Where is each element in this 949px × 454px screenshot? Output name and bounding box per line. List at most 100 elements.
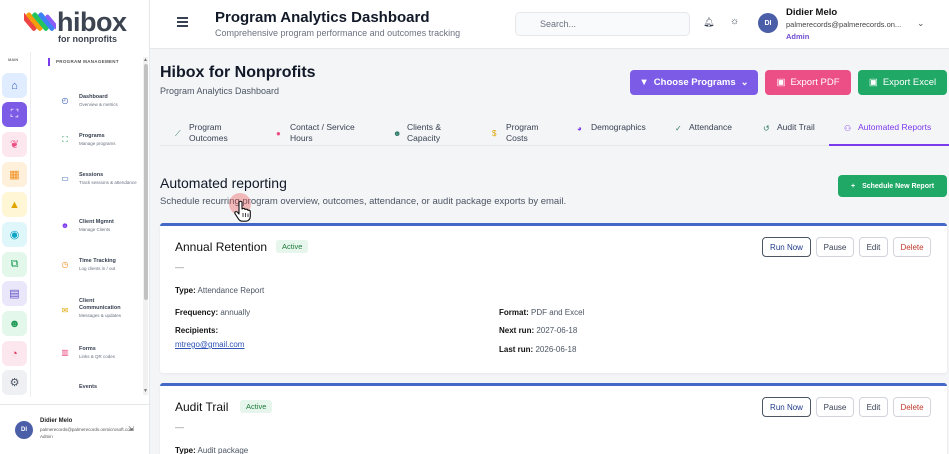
tab-label-line1: Attendance	[689, 122, 733, 132]
user-name: Didier Melo	[40, 418, 73, 424]
report-last-run: Last run: 2026-06-18	[499, 345, 576, 354]
sidebar-item-events[interactable]: Events	[60, 384, 144, 394]
sidebar-item-subtitle: Links & QR codes	[79, 354, 116, 359]
tab-label-line2: Capacity	[407, 133, 441, 143]
clock-tab-icon: ●	[276, 129, 281, 138]
recipient-link[interactable]: mtrego@gmail.com	[175, 340, 244, 349]
sidebar-item-title: Events	[79, 384, 98, 390]
edit-button[interactable]: Edit	[859, 237, 888, 257]
tab-label-line1: Automated Reports	[858, 122, 932, 132]
status-badge: Active	[240, 400, 273, 413]
last-run-label: Last run:	[499, 345, 534, 354]
grad-cap-icon[interactable]: ▲	[2, 192, 27, 217]
export-excel-label: Export Excel	[882, 77, 937, 88]
building-icon[interactable]: ▦	[2, 162, 27, 187]
document-icon[interactable]: ▤	[2, 281, 27, 306]
chart-line-icon: ⟋	[175, 129, 181, 138]
edit-button[interactable]: Edit	[859, 397, 888, 417]
run-now-button[interactable]: Run Now	[762, 397, 811, 417]
report-type: Type: Attendance Report	[175, 286, 264, 295]
choose-programs-button[interactable]: ▼ Choose Programs ⌄	[630, 70, 758, 95]
user-check-icon: ✓	[675, 124, 682, 133]
sidebar-item-subtitle: Track sessions & attendance	[79, 180, 137, 185]
tab-label-line1: Program	[189, 122, 222, 132]
delete-button[interactable]: Delete	[893, 237, 931, 257]
sidebar-item-programs[interactable]: ⛶ Programs Manage programs	[60, 133, 144, 163]
network-icon[interactable]: ⧉	[2, 252, 27, 277]
sidebar-item-client-mgmnt[interactable]: ☻ Client Mgmnt Manage Clients	[60, 219, 144, 249]
programs-icon: ⛶	[62, 135, 68, 144]
chevron-down-icon[interactable]: ⌄	[917, 18, 925, 29]
header-avatar[interactable]: DI	[758, 13, 778, 33]
delete-button[interactable]: Delete	[893, 397, 931, 417]
page-title: Hibox for Nonprofits	[160, 64, 316, 81]
pause-button[interactable]: Pause	[816, 237, 854, 257]
brand-logo[interactable]: hibox for nonprofits	[24, 7, 134, 44]
rail-section-label: MAIN	[8, 57, 19, 62]
file-excel-icon: ▣	[868, 77, 878, 88]
sidebar-item-forms[interactable]: ▥ Forms Links & QR codes	[60, 346, 144, 376]
tab-label: Attendance	[689, 122, 732, 133]
avatar: DI	[15, 421, 33, 439]
schedule-new-report-button[interactable]: + Schedule New Report	[838, 175, 947, 197]
report-recipients: Recipients:	[175, 326, 218, 335]
sidebar-item-subtitle: Manage Clients	[79, 227, 111, 232]
forms-icon: ▥	[61, 348, 69, 357]
bell-icon[interactable]: 🔔︎	[703, 17, 714, 28]
sidebar: hibox for nonprofits MAIN ⌂ ⛶ ❦ ▦ ▲ ◉ ⧉ ▤ ☻ ◔ ⚙ PR…	[0, 0, 150, 454]
search-input[interactable]	[515, 12, 690, 36]
active-tab-indicator	[829, 144, 949, 146]
sidebar-item-client-communication[interactable]: ✉ Client Communication Messages & updates	[60, 298, 144, 328]
hand-cursor-icon	[234, 200, 251, 222]
choose-programs-label: Choose Programs	[653, 77, 736, 88]
section-subtitle: Schedule recurring program overview, out…	[160, 196, 567, 207]
filter-icon: ▼	[639, 77, 649, 88]
tab-label: Demographics	[591, 122, 646, 133]
theme-toggle-icon[interactable]: ☼	[730, 16, 739, 27]
brand-sub: for nonprofits	[58, 34, 117, 44]
sidebar-item-sessions[interactable]: ▭ Sessions Track sessions & attendance	[60, 172, 144, 202]
pie-icon[interactable]: ◔	[2, 341, 27, 366]
page-subtitle: Program Analytics Dashboard	[160, 86, 280, 96]
scroll-up-icon[interactable]: ▲	[143, 57, 148, 63]
nav-scrollbar-thumb[interactable]	[144, 64, 148, 300]
header-subtitle: Comprehensive program performance and ou…	[215, 28, 461, 38]
format-value: PDF and Excel	[531, 308, 585, 317]
tab-label-line2: Outcomes	[189, 133, 228, 143]
run-now-button[interactable]: Run Now	[762, 237, 811, 257]
user-role: Admin	[40, 434, 53, 439]
export-pdf-button[interactable]: ▣ Export PDF	[765, 70, 851, 95]
clients-icon: ☻	[60, 221, 70, 230]
history-icon: ↺	[763, 124, 770, 133]
header-user-email: palmerecords@palmerecords.on...	[786, 20, 902, 29]
donation-icon[interactable]: ❦	[2, 132, 27, 157]
tab-label: Contact / Service Hours	[290, 122, 355, 144]
sidebar-item-dashboard[interactable]: ◴ Dashboard Overview & metrics	[60, 94, 144, 124]
scroll-down-icon[interactable]: ▼	[143, 388, 148, 394]
report-description: —	[175, 262, 184, 272]
cycle-icon[interactable]: ◉	[2, 222, 27, 247]
people-icon[interactable]: ☻	[2, 311, 27, 336]
menu-toggle-icon[interactable]	[177, 17, 188, 27]
report-description: —	[175, 422, 184, 432]
type-label: Type:	[175, 286, 196, 295]
settings-icon[interactable]: ⚙	[2, 370, 27, 395]
next-run-label: Next run:	[499, 326, 535, 335]
tab-label: Clients & Capacity	[407, 122, 441, 144]
people-tab-icon: ☻	[393, 129, 402, 138]
type-label: Type:	[175, 446, 196, 454]
home-icon[interactable]: ⌂	[2, 73, 27, 98]
tab-label-line1: Program	[506, 122, 539, 132]
format-label: Format:	[499, 308, 529, 317]
hierarchy-icon[interactable]: ⛶	[2, 102, 27, 127]
sidebar-user[interactable]: DI Didier Melo palmerecords@palmerecords…	[0, 404, 150, 454]
sidebar-item-time-tracking[interactable]: ◷ Time Tracking Log clients in / out	[60, 258, 144, 288]
chevron-down-icon: ⌄	[740, 77, 749, 88]
brand-word: hibox	[57, 7, 127, 37]
schedule-new-report-label: Schedule New Report	[862, 182, 935, 190]
last-run-value: 2026-06-18	[535, 345, 577, 354]
tab-label-line1: Demographics	[591, 122, 646, 132]
export-excel-button[interactable]: ▣ Export Excel	[858, 70, 947, 95]
logout-icon[interactable]: ⇲	[128, 425, 134, 433]
pause-button[interactable]: Pause	[816, 397, 854, 417]
